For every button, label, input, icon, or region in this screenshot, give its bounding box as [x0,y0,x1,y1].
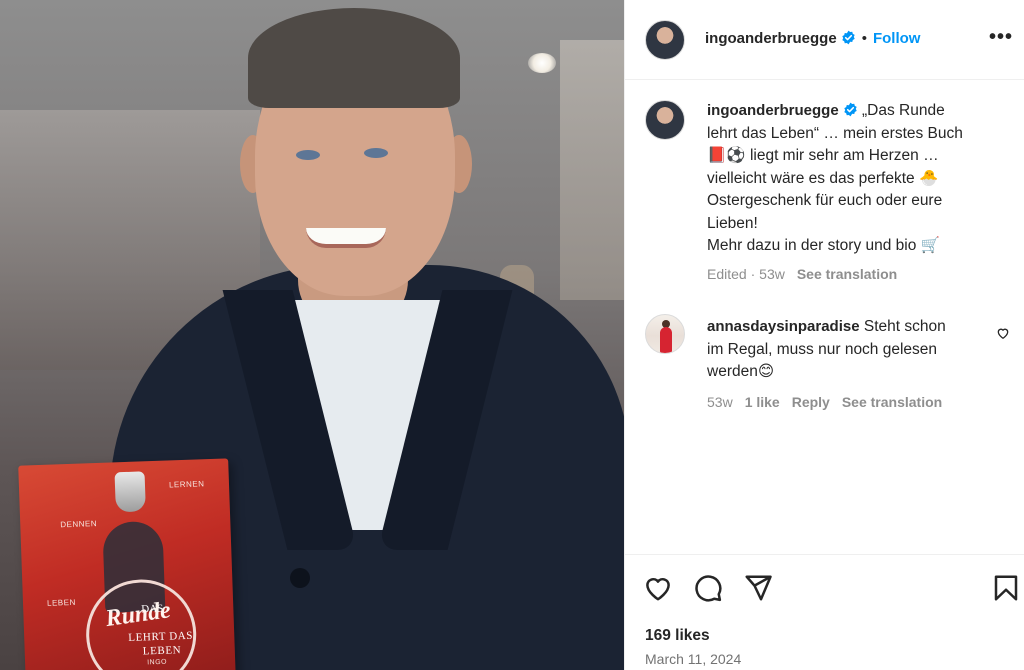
ceiling-lamp [528,53,556,73]
person-smile [306,228,386,248]
comment-text: annasdaysinparadise Steht schon im Regal… [707,316,993,384]
person-eye-left [296,150,320,160]
post-photo[interactable]: DENNEN LERNEN LEBEN DAS Runde LEHRT DAS … [0,0,624,670]
comment-see-translation-button[interactable]: See translation [842,394,942,410]
background-window [560,40,624,300]
post-header: ingoanderbruegge • Follow ••• [625,0,1024,80]
edited-label: Edited [707,266,747,282]
caption-text-line-4: vielleicht wäre es das perfekte [707,169,915,187]
verified-badge-icon [842,30,855,45]
comment-likes-count[interactable]: 1 like [745,394,780,410]
comment-line-1: annasdaysinparadise Steht schon [707,316,993,339]
comment-avatar[interactable] [645,314,685,354]
person-hair [248,8,460,108]
cover-side-word-low: LEBEN [46,597,76,608]
caption-meta: Edited · 53w See translation [707,266,898,282]
header-separator: • [861,30,867,47]
post-actions-bar: 169 likes March 11, 2024 [625,554,1024,670]
avatar-red-dress [660,327,672,353]
caption-text-line-1: „Das Runde [862,102,945,119]
reply-button[interactable]: Reply [792,394,830,410]
caption-text-line-2: lehrt das Leben“ … mein erstes Buch [707,124,963,142]
caption-text-line-7: Mehr dazu in der story und bio [707,237,917,254]
header-user-row: ingoanderbruegge • Follow [705,30,920,48]
caption-line-1: ingoanderbruegge „Das Runde [707,100,1007,123]
comment-bubble-icon[interactable] [693,573,723,603]
trophy-illustration [114,471,146,513]
caption-text: ingoanderbruegge „Das Runde lehrt das Le… [707,100,1007,258]
like-heart-icon[interactable] [643,573,673,603]
caption-line-7: Mehr dazu in der story und bio 🛒 [707,235,1007,258]
caption-username[interactable]: ingoanderbruegge [707,102,839,119]
comment-time[interactable]: 53w [707,394,733,410]
shopping-cart-emoji-icon: 🛒 [920,237,940,254]
header-username[interactable]: ingoanderbruegge [705,30,837,47]
comment-line-3: werden😊 [707,361,993,384]
caption-text-line-6: Lieben! [707,214,758,232]
comment-text-line-2: im Regal, muss nur noch gelesen [707,340,938,358]
post-date[interactable]: March 11, 2024 [645,651,741,667]
caption-avatar[interactable] [645,100,685,140]
person-eye-right [364,148,388,158]
comment-text-line-3: werden [707,363,758,380]
cover-author: INGO [147,658,168,667]
cover-title-lehrt: LEHRT DAS [128,629,194,644]
comment-text-line-1: Steht schon [863,318,946,335]
cover-side-word-right: LERNEN [168,479,205,490]
comment-like-heart-icon[interactable] [996,326,1010,340]
verified-badge-icon [844,102,857,117]
caption-time[interactable]: 53w [759,266,785,282]
caption-text-line-3: liegt mir sehr am Herzen … [749,147,939,164]
book-cover: DENNEN LERNEN LEBEN DAS Runde LEHRT DAS … [18,458,236,670]
caption-text-line-5: Ostergeschenk für euch oder eure [707,192,943,209]
comment-meta: 53w 1 like Reply See translation [707,394,954,410]
cover-title-leben: LEBEN [142,644,182,658]
see-translation-button[interactable]: See translation [797,266,897,282]
save-bookmark-icon[interactable] [991,573,1021,603]
hatching-chick-emoji-icon: 🐣 [918,169,939,187]
caption-line-3: 📕⚽ liegt mir sehr am Herzen … [707,145,1007,168]
follow-button[interactable]: Follow [873,30,921,47]
jacket-button [290,568,310,588]
avatar[interactable] [645,20,685,60]
smiling-face-emoji-icon: 😊 [757,363,775,380]
soccer-ball-emoji-icon: ⚽ [726,147,746,164]
caption-line-4: vielleicht wäre es das perfekte 🐣 [707,168,1007,191]
share-send-icon[interactable] [743,573,773,603]
likes-count[interactable]: 169 likes [645,627,710,645]
post-side-panel: ingoanderbruegge • Follow ••• ingoanderbru… [624,0,1024,670]
book-emoji-icon: 📕 [707,147,727,164]
more-options-button[interactable]: ••• [989,26,1013,49]
comment-username[interactable]: annasdaysinparadise [707,318,860,335]
cover-side-word-left: DENNEN [60,519,98,530]
